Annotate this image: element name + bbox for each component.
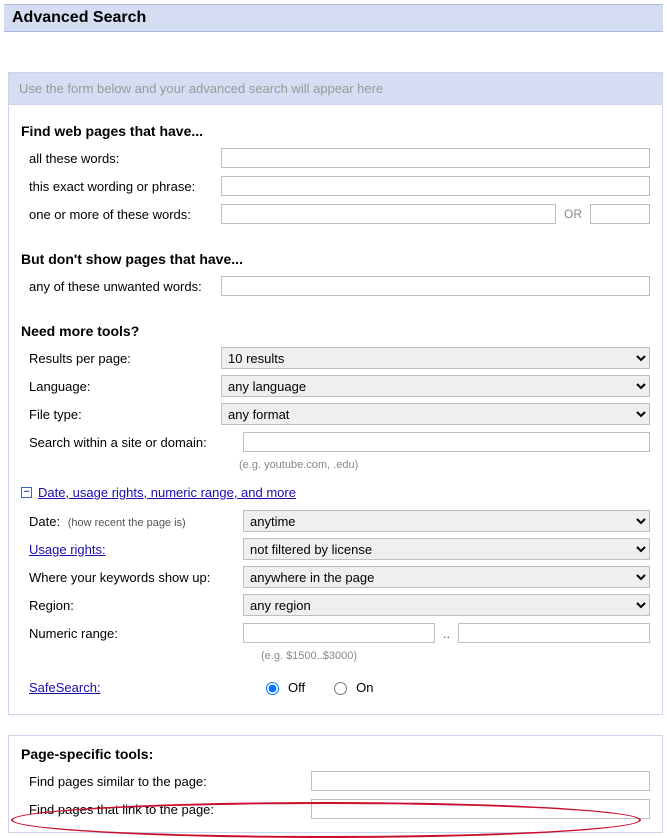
query-preview: Use the form below and your advanced sea… bbox=[9, 73, 662, 105]
usage-rights-select[interactable]: not filtered by license bbox=[243, 538, 650, 560]
results-per-page-label: Results per page: bbox=[21, 351, 221, 366]
safesearch-label[interactable]: SafeSearch: bbox=[21, 680, 221, 695]
date-note: (how recent the page is) bbox=[68, 517, 186, 529]
all-words-label: all these words: bbox=[21, 151, 221, 166]
numeric-range-separator: .. bbox=[441, 626, 452, 641]
file-type-select[interactable]: any format bbox=[221, 403, 650, 425]
region-label: Region: bbox=[21, 598, 221, 613]
date-select[interactable]: anytime bbox=[243, 510, 650, 532]
main-search-panel: Use the form below and your advanced sea… bbox=[8, 72, 663, 715]
header-bar: Advanced Search bbox=[4, 4, 663, 32]
exact-phrase-input[interactable] bbox=[221, 176, 650, 196]
linking-pages-label: Find pages that link to the page: bbox=[21, 802, 311, 817]
language-label: Language: bbox=[21, 379, 221, 394]
site-domain-hint: (e.g. youtube.com, .edu) bbox=[221, 459, 358, 479]
all-words-input[interactable] bbox=[221, 148, 650, 168]
similar-pages-label: Find pages similar to the page: bbox=[21, 774, 311, 789]
file-type-label: File type: bbox=[21, 407, 221, 422]
safesearch-off-option[interactable]: Off bbox=[243, 679, 305, 695]
tools-section-title: Need more tools? bbox=[21, 323, 650, 339]
keywords-where-select[interactable]: anywhere in the page bbox=[243, 566, 650, 588]
safesearch-on-option[interactable]: On bbox=[311, 679, 373, 695]
numeric-range-label: Numeric range: bbox=[21, 626, 221, 641]
date-label: Date: (how recent the page is) bbox=[21, 514, 221, 529]
language-select[interactable]: any language bbox=[221, 375, 650, 397]
page-title: Advanced Search bbox=[12, 9, 655, 27]
or-separator: OR bbox=[562, 207, 584, 221]
collapse-icon: − bbox=[21, 487, 32, 498]
numeric-range-to[interactable] bbox=[458, 623, 650, 643]
site-domain-label: Search within a site or domain: bbox=[21, 435, 243, 450]
usage-rights-label[interactable]: Usage rights: bbox=[21, 542, 221, 557]
any-words-input-1[interactable] bbox=[221, 204, 556, 224]
any-words-label: one or more of these words: bbox=[21, 207, 221, 222]
region-select[interactable]: any region bbox=[243, 594, 650, 616]
site-domain-input[interactable] bbox=[243, 432, 650, 452]
exclude-section-title: But don't show pages that have... bbox=[21, 251, 650, 267]
safesearch-on-radio[interactable] bbox=[334, 682, 347, 695]
exact-phrase-label: this exact wording or phrase: bbox=[21, 179, 221, 194]
any-words-input-2[interactable] bbox=[590, 204, 650, 224]
unwanted-words-input[interactable] bbox=[221, 276, 650, 296]
page-tools-title: Page-specific tools: bbox=[21, 746, 650, 762]
linking-pages-input[interactable] bbox=[311, 799, 650, 819]
similar-pages-input[interactable] bbox=[311, 771, 650, 791]
unwanted-words-label: any of these unwanted words: bbox=[21, 279, 221, 294]
expander-label: Date, usage rights, numeric range, and m… bbox=[38, 485, 296, 500]
results-per-page-select[interactable]: 10 results bbox=[221, 347, 650, 369]
page-specific-tools-panel: Page-specific tools: Find pages similar … bbox=[8, 735, 663, 833]
keywords-where-label: Where your keywords show up: bbox=[21, 570, 243, 585]
numeric-range-hint: (e.g. $1500..$3000) bbox=[221, 650, 357, 670]
find-section-title: Find web pages that have... bbox=[21, 123, 650, 139]
expander-toggle[interactable]: − Date, usage rights, numeric range, and… bbox=[9, 481, 662, 510]
safesearch-off-radio[interactable] bbox=[266, 682, 279, 695]
numeric-range-from[interactable] bbox=[243, 623, 435, 643]
